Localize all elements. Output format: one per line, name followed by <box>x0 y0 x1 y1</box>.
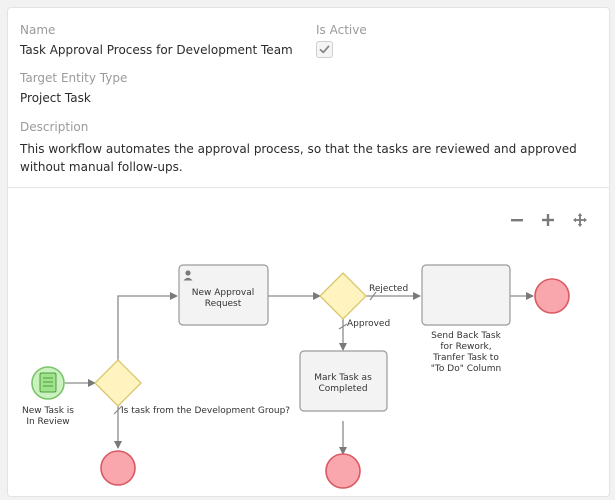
gateway-approval-decision[interactable] <box>319 272 367 320</box>
entity-value: Project Task <box>20 91 91 105</box>
gateway-2-rejected-label: Rejected <box>369 284 408 294</box>
end-event-1[interactable] <box>100 450 136 486</box>
start-event-label-1: New Task is <box>22 406 74 416</box>
start-event-label-2: In Review <box>26 417 69 427</box>
description-label: Description <box>20 120 89 134</box>
workflow-card: Name Task Approval Process for Developme… <box>7 7 610 497</box>
end-event-completed[interactable] <box>325 453 361 489</box>
document-icon <box>39 372 57 393</box>
entity-label: Target Entity Type <box>20 71 128 85</box>
end-event-rework[interactable] <box>534 278 570 314</box>
task-send-back-label-2: for Rework, <box>440 342 491 352</box>
name-label: Name <box>20 23 56 37</box>
check-icon <box>319 45 330 54</box>
task-send-back-label-4: "To Do" Column <box>431 364 501 374</box>
gateway-2-approved-label: Approved <box>347 319 390 329</box>
workflow-canvas: New Task is In Review Is task from the D… <box>22 264 570 489</box>
name-value: Task Approval Process for Development Te… <box>20 43 293 57</box>
description-value: This workflow automates the approval pro… <box>20 142 577 174</box>
start-event[interactable] <box>31 366 65 400</box>
task-send-back-label-3: Tranfer Task to <box>432 353 499 363</box>
task-complete-label-1: Mark Task as <box>314 373 372 383</box>
gateway-1-label: Is task from the Development Group? <box>121 406 290 416</box>
task-send-back[interactable] <box>421 264 511 326</box>
task-approval-label-2: Request <box>205 299 242 309</box>
task-approval-label-1: New Approval <box>192 288 254 298</box>
gateway-development-group[interactable] <box>94 359 142 407</box>
is-active-checkbox[interactable] <box>316 41 333 58</box>
workflow-diagram[interactable]: New Task is In Review Is task from the D… <box>8 188 609 496</box>
task-complete-label-2: Completed <box>318 384 367 394</box>
task-send-back-label-1: Send Back Task <box>431 331 501 341</box>
is-active-label: Is Active <box>316 23 367 37</box>
